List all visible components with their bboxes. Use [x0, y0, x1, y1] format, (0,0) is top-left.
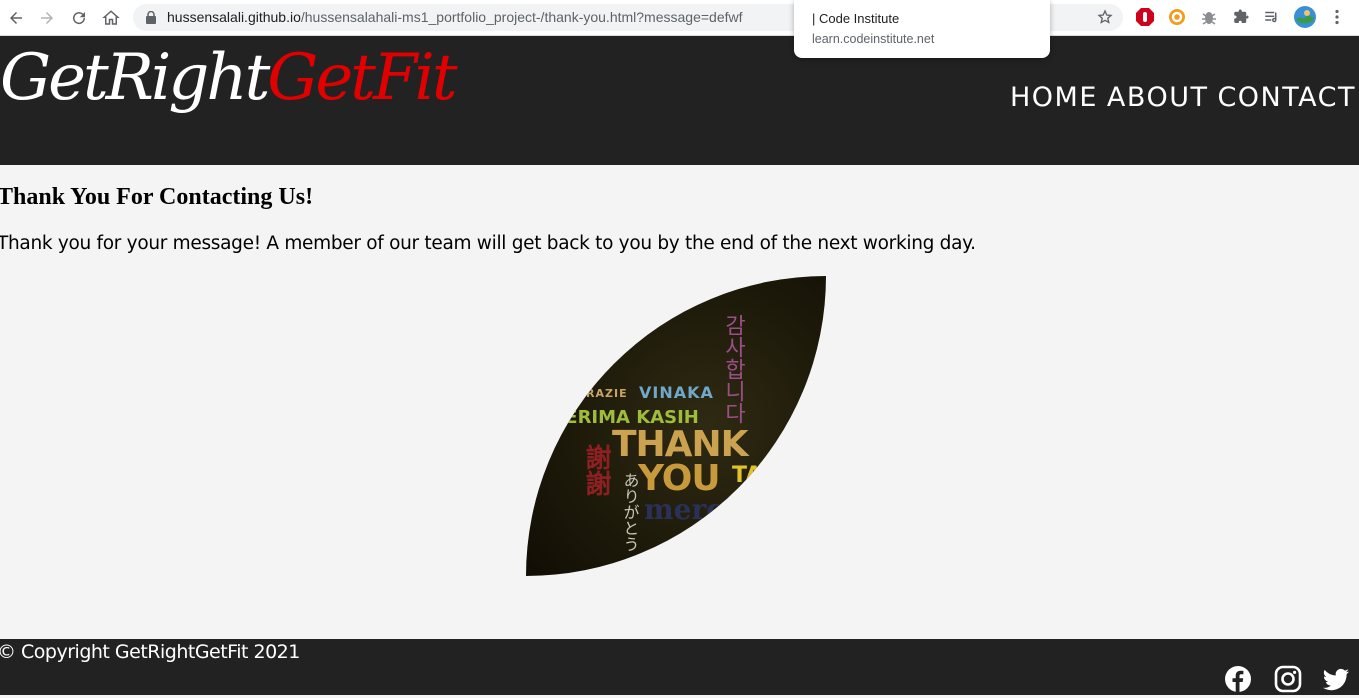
url-path: /hussensalahali-ms1_portfolio_project-/t… — [300, 9, 743, 25]
nav-about-link[interactable]: ABOUT — [1107, 82, 1209, 113]
site-logo[interactable]: GetRightGetFit — [0, 46, 458, 110]
grammarly-icon — [1169, 9, 1185, 25]
instagram-icon — [1274, 665, 1302, 693]
tab-hover-tooltip: | Code Institute learn.codeinstitute.net — [794, 0, 1050, 58]
kebab-menu-icon — [1335, 9, 1339, 25]
extensions-button[interactable] — [1232, 8, 1250, 26]
word-vinaka: VINAKA — [639, 383, 714, 402]
grammarly-extension[interactable] — [1168, 8, 1186, 26]
word-grazie: GRAZIE — [576, 387, 628, 400]
nav-contact-link[interactable]: CONTACT — [1217, 82, 1356, 113]
forward-button[interactable] — [35, 6, 59, 30]
twitter-link[interactable] — [1322, 665, 1350, 693]
reload-icon — [73, 12, 86, 25]
facebook-icon — [1225, 666, 1251, 693]
browser-toolbar: hussensalali.github.io/hussensalahali-ms… — [0, 0, 1359, 36]
home-icon — [102, 10, 120, 25]
chrome-menu-button[interactable] — [1328, 8, 1346, 26]
word-japanese: ありがとう — [621, 472, 640, 552]
reload-button[interactable] — [67, 6, 91, 30]
word-korean: 감사합니다 — [721, 314, 746, 424]
instagram-link[interactable] — [1274, 665, 1302, 693]
tooltip-title: | Code Institute — [812, 11, 900, 26]
word-merci: merci — [644, 493, 734, 526]
forward-arrow-icon — [41, 12, 53, 24]
page-title: Thank You For Contacting Us! — [0, 184, 314, 210]
copyright-text: © Copyright GetRightGetFit 2021 — [0, 641, 300, 663]
nav-home-link[interactable]: HOME — [1010, 82, 1098, 113]
logo-getfit: GetFit — [267, 41, 457, 115]
main-nav: HOME ABOUT CONTACT — [1010, 82, 1356, 113]
adblock-extension[interactable] — [1136, 8, 1154, 26]
home-button[interactable] — [99, 6, 123, 30]
playlist-icon — [1265, 11, 1277, 23]
logo-getright: GetRight — [0, 41, 270, 115]
thank-you-image: 감사합니다 GRAZIE VINAKA TERIMA KASIH THANK Y… — [526, 276, 826, 576]
tooltip-url: learn.codeinstitute.net — [812, 32, 935, 46]
url-host: hussensalali.github.io — [167, 9, 301, 25]
facebook-link[interactable] — [1224, 665, 1252, 693]
profile-avatar[interactable] — [1293, 5, 1317, 29]
thank-you-words-graphic: 감사합니다 GRAZIE VINAKA TERIMA KASIH THANK Y… — [553, 314, 797, 552]
back-arrow-icon — [10, 12, 22, 24]
puzzle-icon — [1234, 9, 1249, 23]
site-header: GetRightGetFit HOME ABOUT CONTACT — [0, 36, 1359, 165]
bug-icon — [1202, 12, 1216, 25]
lock-icon — [146, 11, 156, 24]
back-button[interactable] — [4, 6, 28, 30]
media-button[interactable] — [1263, 8, 1281, 26]
word-chinese: 謝謝 — [581, 443, 611, 496]
bookmark-star-icon[interactable] — [1097, 9, 1113, 25]
url-text: hussensalali.github.io/hussensalahali-ms… — [167, 9, 743, 25]
stop-sign-icon — [1136, 8, 1154, 26]
word-takk: TAKK — [732, 463, 797, 488]
avatar-icon — [1294, 6, 1316, 28]
thank-you-message: Thank you for your message! A member of … — [0, 233, 976, 254]
site-footer: © Copyright GetRightGetFit 2021 — [0, 639, 1359, 695]
twitter-icon — [1323, 668, 1349, 691]
bug-extension[interactable] — [1200, 8, 1218, 26]
